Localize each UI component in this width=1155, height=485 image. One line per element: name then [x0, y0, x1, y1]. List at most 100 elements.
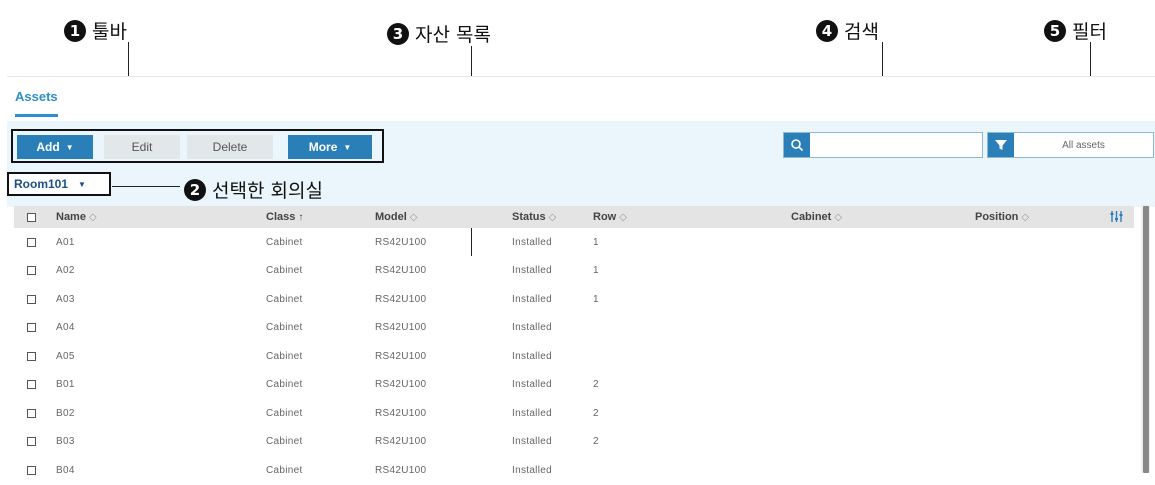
row-checkbox[interactable]: [27, 323, 36, 333]
row-checkbox[interactable]: [27, 266, 36, 276]
select-all-checkbox[interactable]: [27, 212, 36, 222]
cell-class: Cabinet: [266, 322, 303, 334]
cell-name: B04: [56, 464, 75, 476]
column-label: Name: [56, 211, 86, 223]
column-label: Class: [266, 211, 296, 223]
cell-name: A02: [56, 265, 75, 277]
cell-name: B02: [56, 407, 75, 419]
more-button[interactable]: More ▼: [288, 135, 372, 159]
cell-model: RS42U100: [375, 407, 427, 419]
row-checkbox[interactable]: [27, 465, 36, 475]
column-header-status[interactable]: Status ◇: [512, 211, 556, 223]
filter-select[interactable]: All assets: [987, 132, 1154, 158]
table-row[interactable]: A02 Cabinet RS42U100 Installed 1: [14, 257, 1134, 286]
filter-icon[interactable]: [988, 133, 1014, 157]
table-row[interactable]: A04 Cabinet RS42U100 Installed: [14, 314, 1134, 343]
edit-button[interactable]: Edit: [104, 135, 180, 159]
add-button[interactable]: Add ▼: [17, 135, 93, 159]
callout-label: 필터: [1072, 21, 1107, 43]
cell-row: 2: [593, 436, 599, 448]
row-checkbox[interactable]: [27, 237, 36, 247]
cell-class: Cabinet: [266, 236, 303, 248]
cell-status: Installed: [512, 265, 552, 277]
table-row[interactable]: A03 Cabinet RS42U100 Installed 1: [14, 285, 1134, 314]
cell-status: Installed: [512, 379, 552, 391]
cell-name: A01: [56, 236, 75, 248]
column-label: Cabinet: [791, 211, 832, 223]
room-select[interactable]: Room101 ▼: [7, 172, 111, 196]
cell-row: 1: [593, 236, 599, 248]
cell-row: 2: [593, 407, 599, 419]
sort-ascending-icon: ↑: [298, 212, 304, 223]
callout-label: 자산 목록: [415, 24, 491, 46]
table-row[interactable]: B04 Cabinet RS42U100 Installed: [14, 456, 1134, 485]
sort-icon: ◇: [409, 212, 418, 223]
cell-name: B03: [56, 436, 75, 448]
cell-class: Cabinet: [266, 407, 303, 419]
column-header-position[interactable]: Position ◇: [975, 211, 1029, 223]
cell-name: B01: [56, 379, 75, 391]
search-icon[interactable]: [784, 133, 810, 157]
table-row[interactable]: B03 Cabinet RS42U100 Installed 2: [14, 428, 1134, 457]
column-header-model[interactable]: Model ◇: [375, 211, 417, 223]
cell-model: RS42U100: [375, 293, 427, 305]
cell-name: A03: [56, 293, 75, 305]
column-settings-icon[interactable]: [1110, 210, 1123, 226]
callout-label: 검색: [844, 21, 879, 43]
cell-model: RS42U100: [375, 322, 427, 334]
column-header-row[interactable]: Row ◇: [593, 211, 627, 223]
table-row[interactable]: B01 Cabinet RS42U100 Installed 2: [14, 371, 1134, 400]
scrollbar-thumb[interactable]: [1143, 206, 1149, 473]
sort-icon: ◇: [619, 212, 627, 223]
asset-table: Name ◇ Class ↑ Model ◇ Status ◇ Row ◇ Cabinet…: [14, 206, 1134, 485]
callout-number: 1: [64, 19, 86, 42]
row-checkbox[interactable]: [27, 380, 36, 390]
cell-status: Installed: [512, 236, 552, 248]
row-checkbox[interactable]: [27, 437, 36, 447]
cell-status: Installed: [512, 322, 552, 334]
chevron-down-icon: ▼: [78, 179, 86, 189]
cell-model: RS42U100: [375, 464, 427, 476]
callout-asset-list: 3 자산 목록: [387, 20, 491, 47]
column-label: Row: [593, 211, 617, 223]
callout-search: 4 검색: [816, 17, 879, 44]
add-button-label: Add: [36, 140, 60, 154]
table-header: Name ◇ Class ↑ Model ◇ Status ◇ Row ◇ Cabinet…: [14, 206, 1134, 228]
callout-number: 3: [387, 22, 409, 45]
callout-label: 툴바: [92, 21, 127, 43]
chevron-down-icon: ▼: [343, 142, 352, 152]
cell-status: Installed: [512, 464, 552, 476]
cell-class: Cabinet: [266, 265, 303, 277]
table-row[interactable]: A01 Cabinet RS42U100 Installed 1: [14, 228, 1134, 257]
cell-class: Cabinet: [266, 350, 303, 362]
row-checkbox[interactable]: [27, 408, 36, 418]
callout-number: 2: [184, 178, 206, 201]
delete-button[interactable]: Delete: [187, 135, 273, 159]
cell-class: Cabinet: [266, 436, 303, 448]
sort-icon: ◇: [1021, 212, 1030, 223]
column-header-cabinet[interactable]: Cabinet ◇: [791, 211, 842, 223]
cell-row: 1: [593, 293, 599, 305]
tab-bar: Assets: [7, 77, 1155, 122]
cell-class: Cabinet: [266, 464, 303, 476]
cell-status: Installed: [512, 350, 552, 362]
table-row[interactable]: A05 Cabinet RS42U100 Installed: [14, 342, 1134, 371]
leader-line: [112, 186, 180, 187]
row-checkbox[interactable]: [27, 351, 36, 361]
column-header-class[interactable]: Class ↑: [266, 211, 303, 223]
cell-status: Installed: [512, 407, 552, 419]
cell-status: Installed: [512, 293, 552, 305]
cell-class: Cabinet: [266, 293, 303, 305]
tab-assets[interactable]: Assets: [15, 89, 58, 117]
callout-number: 4: [816, 19, 838, 42]
search-input[interactable]: [783, 132, 983, 158]
column-label: Position: [975, 211, 1019, 223]
cell-model: RS42U100: [375, 350, 427, 362]
callout-label: 선택한 회의실: [212, 180, 323, 202]
column-header-name[interactable]: Name ◇: [56, 211, 97, 223]
row-checkbox[interactable]: [27, 294, 36, 304]
column-label: Status: [512, 211, 546, 223]
table-row[interactable]: B02 Cabinet RS42U100 Installed 2: [14, 399, 1134, 428]
cell-model: RS42U100: [375, 265, 427, 277]
column-label: Model: [375, 211, 407, 223]
